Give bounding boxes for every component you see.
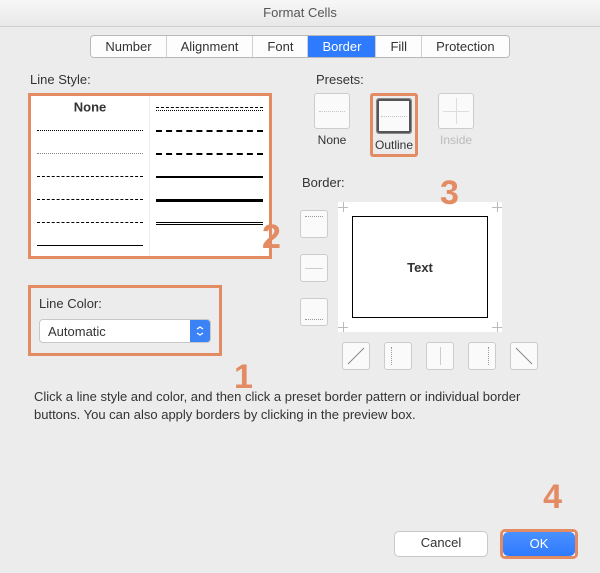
tab-border[interactable]: Border [308, 36, 376, 57]
border-diag-down-button[interactable] [510, 342, 538, 370]
corner-mark [338, 322, 348, 332]
tab-font[interactable]: Font [253, 36, 308, 57]
preset-inside-icon [438, 93, 474, 129]
border-label: Border: [296, 175, 572, 190]
tab-alignment[interactable]: Alignment [167, 36, 254, 57]
preset-inside[interactable]: Inside [438, 93, 474, 147]
hint-text: Click a line style and color, and then c… [34, 388, 566, 423]
tab-protection[interactable]: Protection [422, 36, 509, 57]
border-preview[interactable]: Text [338, 202, 502, 332]
tab-fill[interactable]: Fill [376, 36, 422, 57]
tab-number[interactable]: Number [91, 36, 166, 57]
preset-outline-highlight: Outline [370, 93, 418, 157]
chevron-down-icon [190, 320, 210, 342]
line-style-grid[interactable]: None [28, 93, 272, 259]
line-style-longdash[interactable] [31, 187, 150, 210]
preset-none[interactable]: None [314, 93, 350, 147]
line-style-double[interactable] [150, 210, 269, 233]
line-style-solid-thick[interactable] [150, 187, 269, 210]
annotation-4: 4 [543, 478, 562, 517]
border-hmid-button[interactable] [300, 254, 328, 282]
border-diag-up-button[interactable] [342, 342, 370, 370]
line-style-dash[interactable] [31, 165, 150, 188]
border-bottom-buttons [338, 342, 538, 370]
line-style-dashdot-thin[interactable] [150, 96, 269, 119]
presets-label: Presets: [296, 72, 572, 87]
line-color-combo[interactable]: Automatic [39, 319, 211, 343]
preset-none-icon [314, 93, 350, 129]
line-style-solid-thin[interactable] [31, 233, 150, 256]
tab-bar: Number Alignment Font Border Fill Protec… [0, 27, 600, 62]
presets-row: None Outline Inside [294, 93, 572, 157]
cancel-button[interactable]: Cancel [394, 531, 488, 557]
line-color-value: Automatic [40, 324, 190, 339]
preset-outline[interactable]: Outline [375, 98, 413, 152]
line-style-empty[interactable] [150, 233, 269, 256]
dialog-footer: Cancel OK [394, 529, 578, 559]
corner-mark [492, 322, 502, 332]
corner-mark [492, 202, 502, 212]
annotation-1: 1 [234, 358, 253, 397]
line-style-dashdotdot[interactable] [31, 210, 150, 233]
preview-text: Text [352, 216, 488, 318]
border-vmid-button[interactable] [426, 342, 454, 370]
line-style-none[interactable]: None [31, 96, 150, 119]
line-style-dash-med[interactable] [150, 142, 269, 165]
annotation-3: 3 [440, 174, 459, 213]
tab-segment: Number Alignment Font Border Fill Protec… [90, 35, 509, 58]
line-color-label: Line Color: [39, 296, 211, 311]
border-left-button[interactable] [384, 342, 412, 370]
border-side-buttons [300, 196, 328, 370]
window-title: Format Cells [0, 0, 600, 27]
annotation-2: 2 [262, 218, 281, 257]
border-right-button[interactable] [468, 342, 496, 370]
border-bottom-button[interactable] [300, 298, 328, 326]
border-top-button[interactable] [300, 210, 328, 238]
line-style-fine-dots[interactable] [31, 142, 150, 165]
line-style-label: Line Style: [30, 72, 294, 87]
ok-button[interactable]: OK [500, 529, 578, 559]
corner-mark [338, 202, 348, 212]
line-color-section: Line Color: Automatic [28, 285, 222, 356]
preset-outline-icon [376, 98, 412, 134]
line-style-dotted[interactable] [31, 119, 150, 142]
line-style-dashdot-med[interactable] [150, 119, 269, 142]
line-style-solid-med[interactable] [150, 165, 269, 188]
border-section: Text [294, 196, 572, 370]
dialog-content: Line Style: None Line Color: [0, 62, 600, 423]
